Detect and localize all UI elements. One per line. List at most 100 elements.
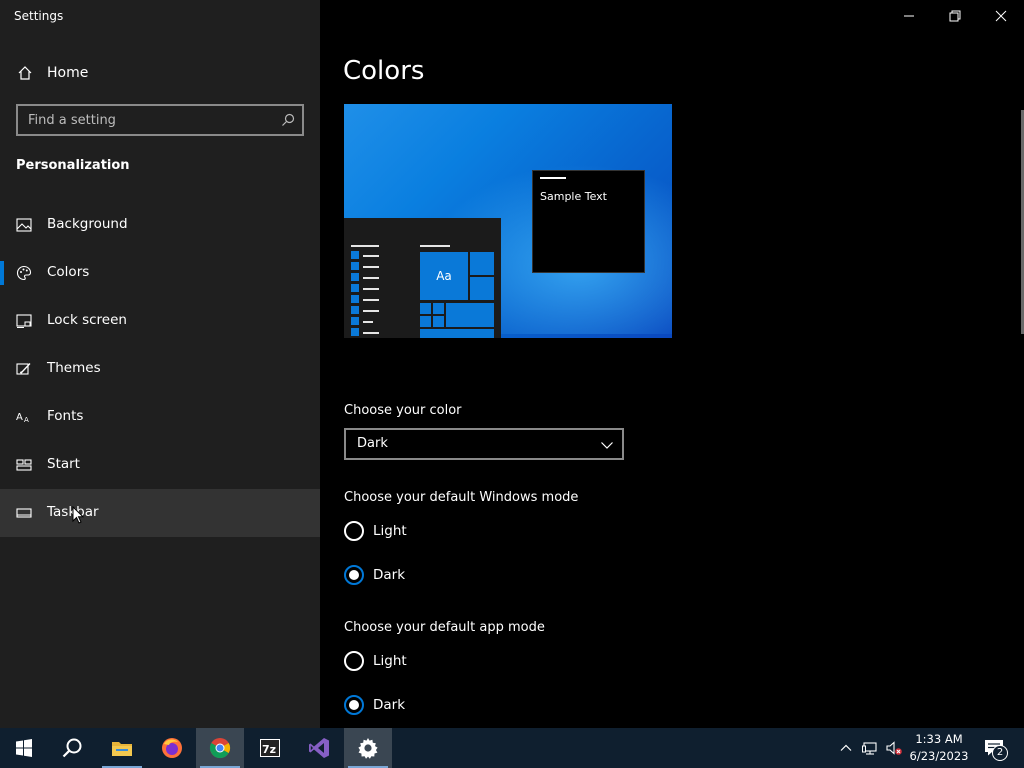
network-icon[interactable]	[862, 740, 878, 756]
preview-line	[363, 321, 373, 323]
preview-tile	[420, 329, 494, 338]
restore-icon	[949, 10, 961, 22]
preview-tile-text: Aa	[436, 269, 452, 283]
7zip-icon: 7z	[260, 739, 280, 757]
preview-tile	[470, 252, 494, 275]
preview-line	[363, 288, 379, 290]
app-mode-light-radio[interactable]: Light	[344, 650, 544, 674]
windows-mode-light-radio[interactable]: Light	[344, 520, 544, 544]
visual-studio-icon	[309, 738, 329, 758]
chevron-up-icon[interactable]	[838, 740, 854, 756]
preview-tile	[420, 303, 431, 314]
preview-line	[363, 310, 379, 312]
mouse-cursor-icon	[72, 506, 84, 524]
svg-text:A: A	[24, 416, 29, 424]
preview-tile	[446, 303, 494, 327]
chrome-icon	[209, 738, 231, 759]
search-icon[interactable]	[281, 113, 295, 127]
settings-icon	[358, 738, 378, 759]
preview-app-square	[351, 295, 359, 303]
start-menu-icon	[16, 459, 32, 471]
taskbar-settings[interactable]	[344, 728, 392, 768]
sidebar-item-themes[interactable]: Themes	[0, 345, 320, 393]
color-mode-dropdown[interactable]: Dark	[344, 428, 624, 460]
font-icon: A A	[16, 412, 29, 424]
taskbar-icon	[16, 508, 32, 518]
restore-button[interactable]	[932, 0, 978, 32]
minimize-icon	[904, 15, 914, 17]
sidebar-item-label: Themes	[47, 360, 101, 376]
firefox-icon	[162, 738, 182, 758]
home-icon	[18, 66, 32, 80]
notification-badge: 2	[992, 745, 1008, 761]
radio-label: Dark	[373, 567, 406, 583]
taskbar-7zip[interactable]: 7z	[246, 728, 294, 768]
preview-app-square	[351, 273, 359, 281]
volume-muted-icon[interactable]	[886, 740, 902, 756]
radio-label: Light	[373, 523, 407, 539]
taskbar-clock[interactable]: 1:33 AM 6/23/2023	[906, 731, 972, 765]
radio-label: Dark	[373, 697, 406, 713]
sidebar-item-label: Fonts	[47, 408, 84, 424]
sidebar-item-lock-screen[interactable]: Lock screen	[0, 297, 320, 345]
main-content: Colors Aa Sample Text Choose your color …	[320, 0, 1024, 728]
active-indicator	[0, 261, 4, 285]
preview-tile-large: Aa	[420, 252, 468, 300]
app-mode-dark-radio[interactable]: Dark	[344, 694, 544, 718]
search-input[interactable]	[18, 106, 268, 134]
sidebar-item-label: Start	[47, 456, 80, 472]
taskbar-chrome[interactable]	[196, 728, 244, 768]
choose-color-label: Choose your color	[344, 403, 462, 418]
search-icon	[62, 738, 82, 758]
svg-text:7z: 7z	[262, 743, 276, 756]
preview-tile	[470, 277, 494, 300]
preview-app-square	[351, 306, 359, 314]
preview-line	[363, 299, 379, 301]
start-button[interactable]	[0, 728, 48, 768]
preview-line	[420, 245, 450, 247]
preview-tile	[420, 316, 431, 327]
brush-icon	[16, 363, 31, 375]
sidebar-item-fonts[interactable]: A A Fonts	[0, 393, 320, 441]
preview-tile	[433, 316, 444, 327]
preview-tile	[433, 303, 444, 314]
preview-sample-text: Sample Text	[540, 190, 607, 203]
search-box[interactable]	[16, 104, 304, 136]
sidebar-item-label: Background	[47, 216, 128, 232]
sidebar-item-colors[interactable]: Colors	[0, 249, 320, 297]
preview-window: Sample Text	[532, 170, 645, 273]
radio-circle-selected[interactable]	[344, 695, 364, 715]
lock-screen-icon	[16, 314, 32, 328]
taskbar-visual-studio[interactable]	[295, 728, 343, 768]
windows-mode-dark-radio[interactable]: Dark	[344, 564, 544, 588]
chevron-down-icon	[601, 442, 613, 449]
minimize-button[interactable]	[886, 0, 932, 32]
sidebar-item-taskbar[interactable]: Taskbar	[0, 489, 320, 537]
taskbar-search-button[interactable]	[48, 728, 96, 768]
file-explorer-icon	[112, 742, 132, 756]
preview-start-menu: Aa	[344, 218, 501, 338]
sidebar-item-start[interactable]: Start	[0, 441, 320, 489]
section-title: Personalization	[16, 158, 130, 173]
preview-line	[363, 277, 379, 279]
sidebar: Settings Home Personalization Background	[0, 0, 320, 728]
home-nav-item[interactable]: Home	[0, 53, 320, 93]
preview-line	[363, 255, 379, 257]
settings-window: Settings Home Personalization Background	[0, 0, 1024, 768]
page-title: Colors	[343, 56, 425, 86]
radio-circle[interactable]	[344, 651, 364, 671]
image-icon	[16, 218, 32, 232]
radio-circle-selected[interactable]	[344, 565, 364, 585]
home-label: Home	[47, 65, 89, 81]
preview-line	[363, 332, 379, 334]
taskbar-file-explorer[interactable]	[98, 728, 146, 768]
radio-circle[interactable]	[344, 521, 364, 541]
taskbar-firefox[interactable]	[148, 728, 196, 768]
palette-icon	[16, 265, 32, 281]
app-mode-label: Choose your default app mode	[344, 620, 545, 635]
action-center-button[interactable]: 2	[980, 736, 1008, 761]
window-title: Settings	[14, 9, 64, 23]
sidebar-item-background[interactable]: Background	[0, 201, 320, 249]
preview-window-line	[540, 177, 566, 179]
close-button[interactable]	[978, 0, 1024, 32]
